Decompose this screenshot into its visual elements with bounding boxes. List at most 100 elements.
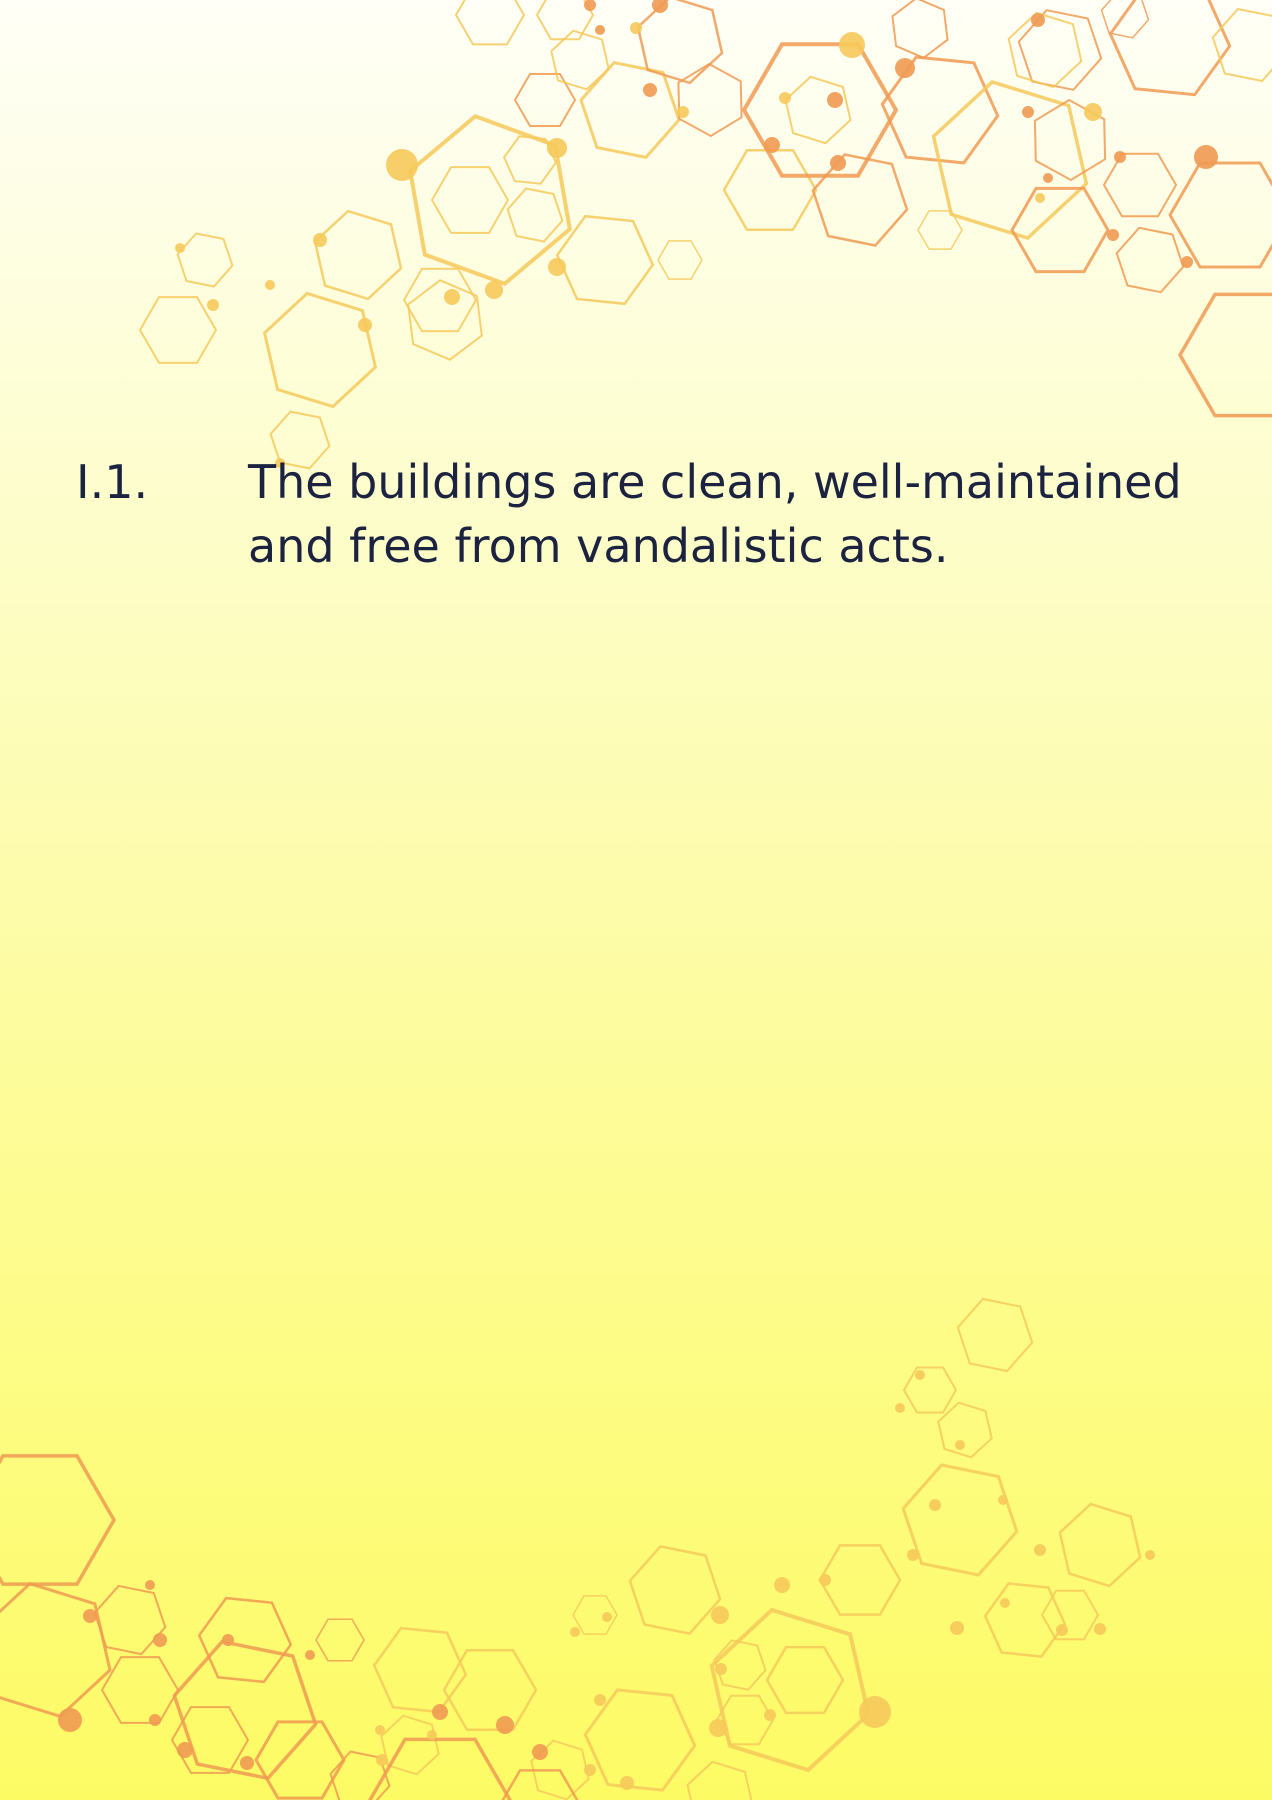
- document-page: I.1. The buildings are clean, well-maint…: [0, 0, 1272, 1800]
- node-dot: [432, 1704, 448, 1720]
- node-dot: [602, 1612, 612, 1622]
- hexagon-shape: [937, 1401, 993, 1459]
- node-dot: [895, 58, 915, 78]
- hexagon-shape: [1168, 161, 1272, 269]
- node-dot: [444, 289, 460, 305]
- node-dot: [715, 1663, 727, 1675]
- node-dot: [58, 1708, 82, 1732]
- hexagon-shape: [315, 1618, 365, 1662]
- node-dot: [1000, 1598, 1010, 1608]
- node-dot: [839, 32, 865, 58]
- hexagon-shape: [1177, 292, 1272, 418]
- hexagon-shape: [901, 1463, 1019, 1577]
- hexagon-shape: [176, 232, 234, 288]
- hexagon-shape: [628, 1545, 722, 1635]
- hexagon-shape: [1007, 11, 1083, 89]
- node-dot: [485, 281, 503, 299]
- hexagon-shape: [1115, 226, 1185, 294]
- node-dot: [548, 258, 566, 276]
- node-dot: [145, 1580, 155, 1590]
- hexagon-shape: [1102, 152, 1178, 218]
- hexagon-shape: [138, 296, 218, 364]
- hexagon-shape: [313, 209, 403, 301]
- node-dot: [1022, 106, 1034, 118]
- node-dot: [1031, 13, 1045, 27]
- node-dot: [594, 1694, 606, 1706]
- hexagon-shape: [262, 291, 378, 409]
- node-dot: [1094, 1623, 1106, 1635]
- node-dot: [153, 1633, 167, 1647]
- node-dot: [907, 1549, 919, 1561]
- hexagon-shape: [100, 1656, 180, 1724]
- node-dot: [929, 1499, 941, 1511]
- hexagon-shape: [657, 240, 703, 280]
- node-dot: [313, 233, 327, 247]
- hexagon-shape: [677, 62, 743, 138]
- node-dot: [496, 1716, 514, 1734]
- node-dot: [207, 299, 219, 311]
- hexagon-shape: [506, 187, 564, 243]
- node-dot: [779, 92, 791, 104]
- node-dot: [1145, 1550, 1155, 1560]
- node-dot: [711, 1606, 729, 1624]
- hexagon-shape: [636, 0, 724, 85]
- node-dot: [570, 1627, 580, 1637]
- hexagon-shape: [765, 1645, 845, 1715]
- node-dot: [1114, 151, 1126, 163]
- hexagon-shape: [454, 0, 526, 46]
- hexagon-shape: [0, 1454, 117, 1586]
- node-dot: [1035, 193, 1045, 203]
- node-dot: [83, 1609, 97, 1623]
- hexagon-shape: [579, 60, 681, 160]
- hexagon-shape: [254, 1720, 346, 1800]
- node-dot: [175, 243, 185, 253]
- node-dot: [859, 1696, 891, 1728]
- hexagon-shape: [1108, 0, 1232, 97]
- hexagon-shape: [372, 1626, 468, 1714]
- node-dot: [547, 138, 567, 158]
- node-dot: [1056, 1624, 1068, 1636]
- node-dot: [1194, 145, 1218, 169]
- hexagon-shape: [1040, 1589, 1100, 1641]
- hexagon-shape: [902, 1366, 958, 1414]
- node-dot: [677, 106, 689, 118]
- hexagon-shape: [501, 1769, 579, 1800]
- node-dot: [358, 318, 372, 332]
- hexagon-shape: [686, 1760, 753, 1800]
- node-dot: [386, 149, 418, 181]
- hexagon-shape: [1100, 0, 1150, 39]
- node-dot: [149, 1714, 161, 1726]
- hexagon-shape: [891, 0, 949, 59]
- hexagon-shape: [367, 1737, 513, 1800]
- hexagon-shape: [784, 75, 852, 145]
- hexagon-shape: [741, 42, 899, 178]
- node-dot: [830, 155, 846, 171]
- node-dot: [1181, 256, 1193, 268]
- node-dot: [532, 1744, 548, 1760]
- node-dot: [1043, 173, 1053, 183]
- node-dot: [1107, 229, 1119, 241]
- node-dot: [764, 137, 780, 153]
- hexagon-shape: [709, 1607, 871, 1773]
- node-dot: [620, 1776, 634, 1790]
- node-dot: [630, 22, 642, 34]
- hexagon-shape: [513, 73, 577, 127]
- node-dot: [584, 0, 596, 11]
- node-dot: [998, 1495, 1008, 1505]
- node-dot: [177, 1742, 193, 1758]
- hexagon-shape: [1017, 9, 1103, 91]
- item-number: I.1.: [76, 455, 149, 509]
- node-dot: [595, 25, 605, 35]
- hexagon-shape: [0, 1582, 112, 1718]
- node-dot: [895, 1403, 905, 1413]
- hexagon-shape: [1058, 1502, 1142, 1588]
- hexagon-shape: [430, 166, 510, 234]
- node-dot: [1034, 1544, 1046, 1556]
- node-dot: [375, 1725, 385, 1735]
- node-dot: [1084, 103, 1102, 121]
- node-dot: [427, 1730, 437, 1740]
- hexagon-shape: [931, 80, 1089, 240]
- item-text: The buildings are clean, well-maintained…: [248, 455, 1182, 573]
- hexagon-shape: [1211, 7, 1272, 83]
- node-dot: [305, 1650, 315, 1660]
